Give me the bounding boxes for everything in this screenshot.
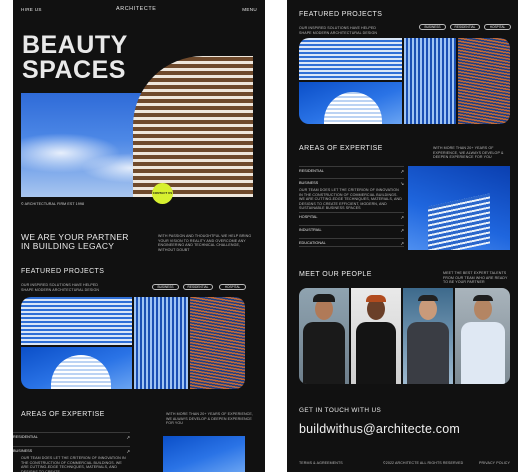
featured-projects-desc: OUR INSPIRED SOLUTIONS HAVE HELPED SHAPE… [299,26,378,35]
expertise-desc: WITH MORE THAN 20+ YEARS OF EXPERIENCE, … [433,146,504,160]
project-image-3[interactable] [134,297,188,389]
expertise-item-label: BUSINESS [13,449,33,453]
contact-us-badge[interactable]: CONTACT US [152,183,173,204]
brand-logo[interactable]: ARCHITECTE [116,6,156,12]
arrow-up-right-icon: ↗ [126,449,130,454]
arrow-down-right-icon: ↘ [400,181,404,186]
privacy-policy-link[interactable]: PRIVACY POLICY [479,461,510,466]
project-image-4[interactable] [458,38,510,124]
project-image-2[interactable] [21,347,132,389]
team-member-photo-1[interactable] [299,288,349,384]
tag-business[interactable]: BUSINESS [419,24,446,30]
expertise-item-label: RESIDENTIAL [13,435,38,439]
expertise-item-residential[interactable]: RESIDENTIAL ↗ [13,432,130,441]
expertise-item-residential[interactable]: RESIDENTIAL ↗ [299,166,404,175]
landing-page-right: FEATURED PROJECTS OUR INSPIRED SOLUTIONS… [287,0,518,472]
people-title: MEET OUR PEOPLE [299,271,372,278]
project-image-2[interactable] [299,82,402,124]
featured-projects-desc: OUR INSPIRED SOLUTIONS HAVE HELPED SHAPE… [21,283,100,292]
arrow-up-right-icon: ↗ [400,228,404,233]
hero-title-line1: BEAUTY [22,31,128,59]
business-description: OUR TEAM DOES LET THE CRITERION OF INNOV… [299,188,402,211]
tag-residential[interactable]: RESIDENTIAL [450,24,480,30]
arrow-up-right-icon: ↗ [126,435,130,440]
expertise-item-industrial[interactable]: INDUSTRIAL ↗ [299,225,404,234]
expertise-image [163,436,245,472]
tag-hospital[interactable]: HOSPITAL [484,24,511,30]
contact-title: GET IN TOUCH WITH US [299,407,382,414]
team-member-photo-2[interactable] [351,288,401,384]
expertise-item-educational[interactable]: EDUCATIONAL ↗ [299,238,404,247]
expertise-title: AREAS OF EXPERTISE [299,145,383,152]
arrow-up-right-icon: ↗ [400,241,404,246]
terms-link[interactable]: TERMS & AGREEMENTS [299,461,343,466]
curved-facade-graphic [133,56,253,197]
arrow-up-right-icon: ↗ [400,215,404,220]
menu-button[interactable]: MENU [242,7,257,12]
tag-business[interactable]: BUSINESS [152,284,179,290]
landing-page-left: HIRE US ARCHITECTE MENU BEAUTY SPACES CO… [13,0,265,472]
contact-email-link[interactable]: buildwithus@architecte.com [299,422,460,436]
featured-projects-title: FEATURED PROJECTS [299,11,383,18]
tag-residential[interactable]: RESIDENTIAL [183,284,213,290]
hero-title-line2: SPACES [22,56,126,84]
tag-hospital[interactable]: HOSPITAL [219,284,246,290]
expertise-item-hospital[interactable]: HOSPITAL ↗ [299,212,404,221]
expertise-image [408,166,510,250]
expertise-item-label: BUSINESS [299,181,319,185]
featured-projects-title: FEATURED PROJECTS [21,268,105,275]
hire-us-link[interactable]: HIRE US [21,7,42,12]
arrow-up-right-icon: ↗ [400,169,404,174]
expertise-item-label: HOSPITAL [299,215,318,219]
established-caption: © ARCHITECTURAL FIRM EST 1998 [21,202,85,206]
expertise-item-label: INDUSTRIAL [299,228,322,232]
people-desc: MEET THE BEST EXPERT TALENTS FROM OUR TE… [443,271,508,285]
expertise-item-business[interactable]: BUSINESS ↗ [13,446,130,455]
team-member-photo-3[interactable] [403,288,453,384]
copyright-text: ©2022 ARCHITECTE ALL RIGHTS RESERVED [383,461,464,465]
project-image-1[interactable] [299,38,402,80]
project-image-4[interactable] [190,297,245,389]
expertise-item-label: RESIDENTIAL [299,169,324,173]
project-image-3[interactable] [404,38,456,124]
expertise-desc: WITH MORE THAN 20+ YEARS OF EXPERIENCE, … [166,412,253,426]
expertise-item-business[interactable]: BUSINESS ↘ [299,178,404,187]
project-image-1[interactable] [21,297,132,345]
expertise-item-label: EDUCATIONAL [299,241,326,245]
partner-title-line2: IN BUILDING LEGACY [21,241,115,251]
team-member-photo-4[interactable] [455,288,510,384]
partner-text: WITH PASSION AND THOUGHTFUL WE HELP BRIN… [158,234,252,252]
business-description: OUR TEAM DOES LET THE CRITERION OF INNOV… [21,456,126,472]
expertise-title: AREAS OF EXPERTISE [21,411,105,418]
